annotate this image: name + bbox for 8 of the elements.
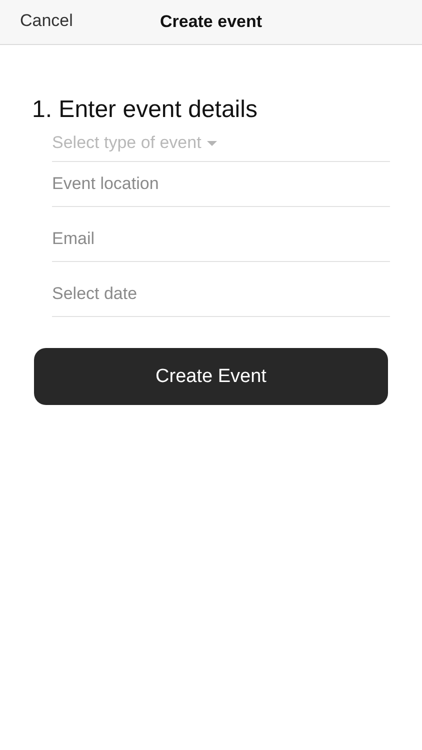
cancel-button[interactable]: Cancel (20, 11, 73, 31)
caret-icon (207, 140, 218, 146)
section-title: 1. Enter event details (32, 95, 258, 125)
input-field[interactable]: Select date (52, 262, 390, 317)
input-field[interactable]: Email (52, 207, 390, 262)
create-event-button[interactable]: Create Event (34, 348, 388, 405)
input-field[interactable]: Event location (52, 162, 390, 207)
screen-title: Create event (160, 12, 262, 32)
